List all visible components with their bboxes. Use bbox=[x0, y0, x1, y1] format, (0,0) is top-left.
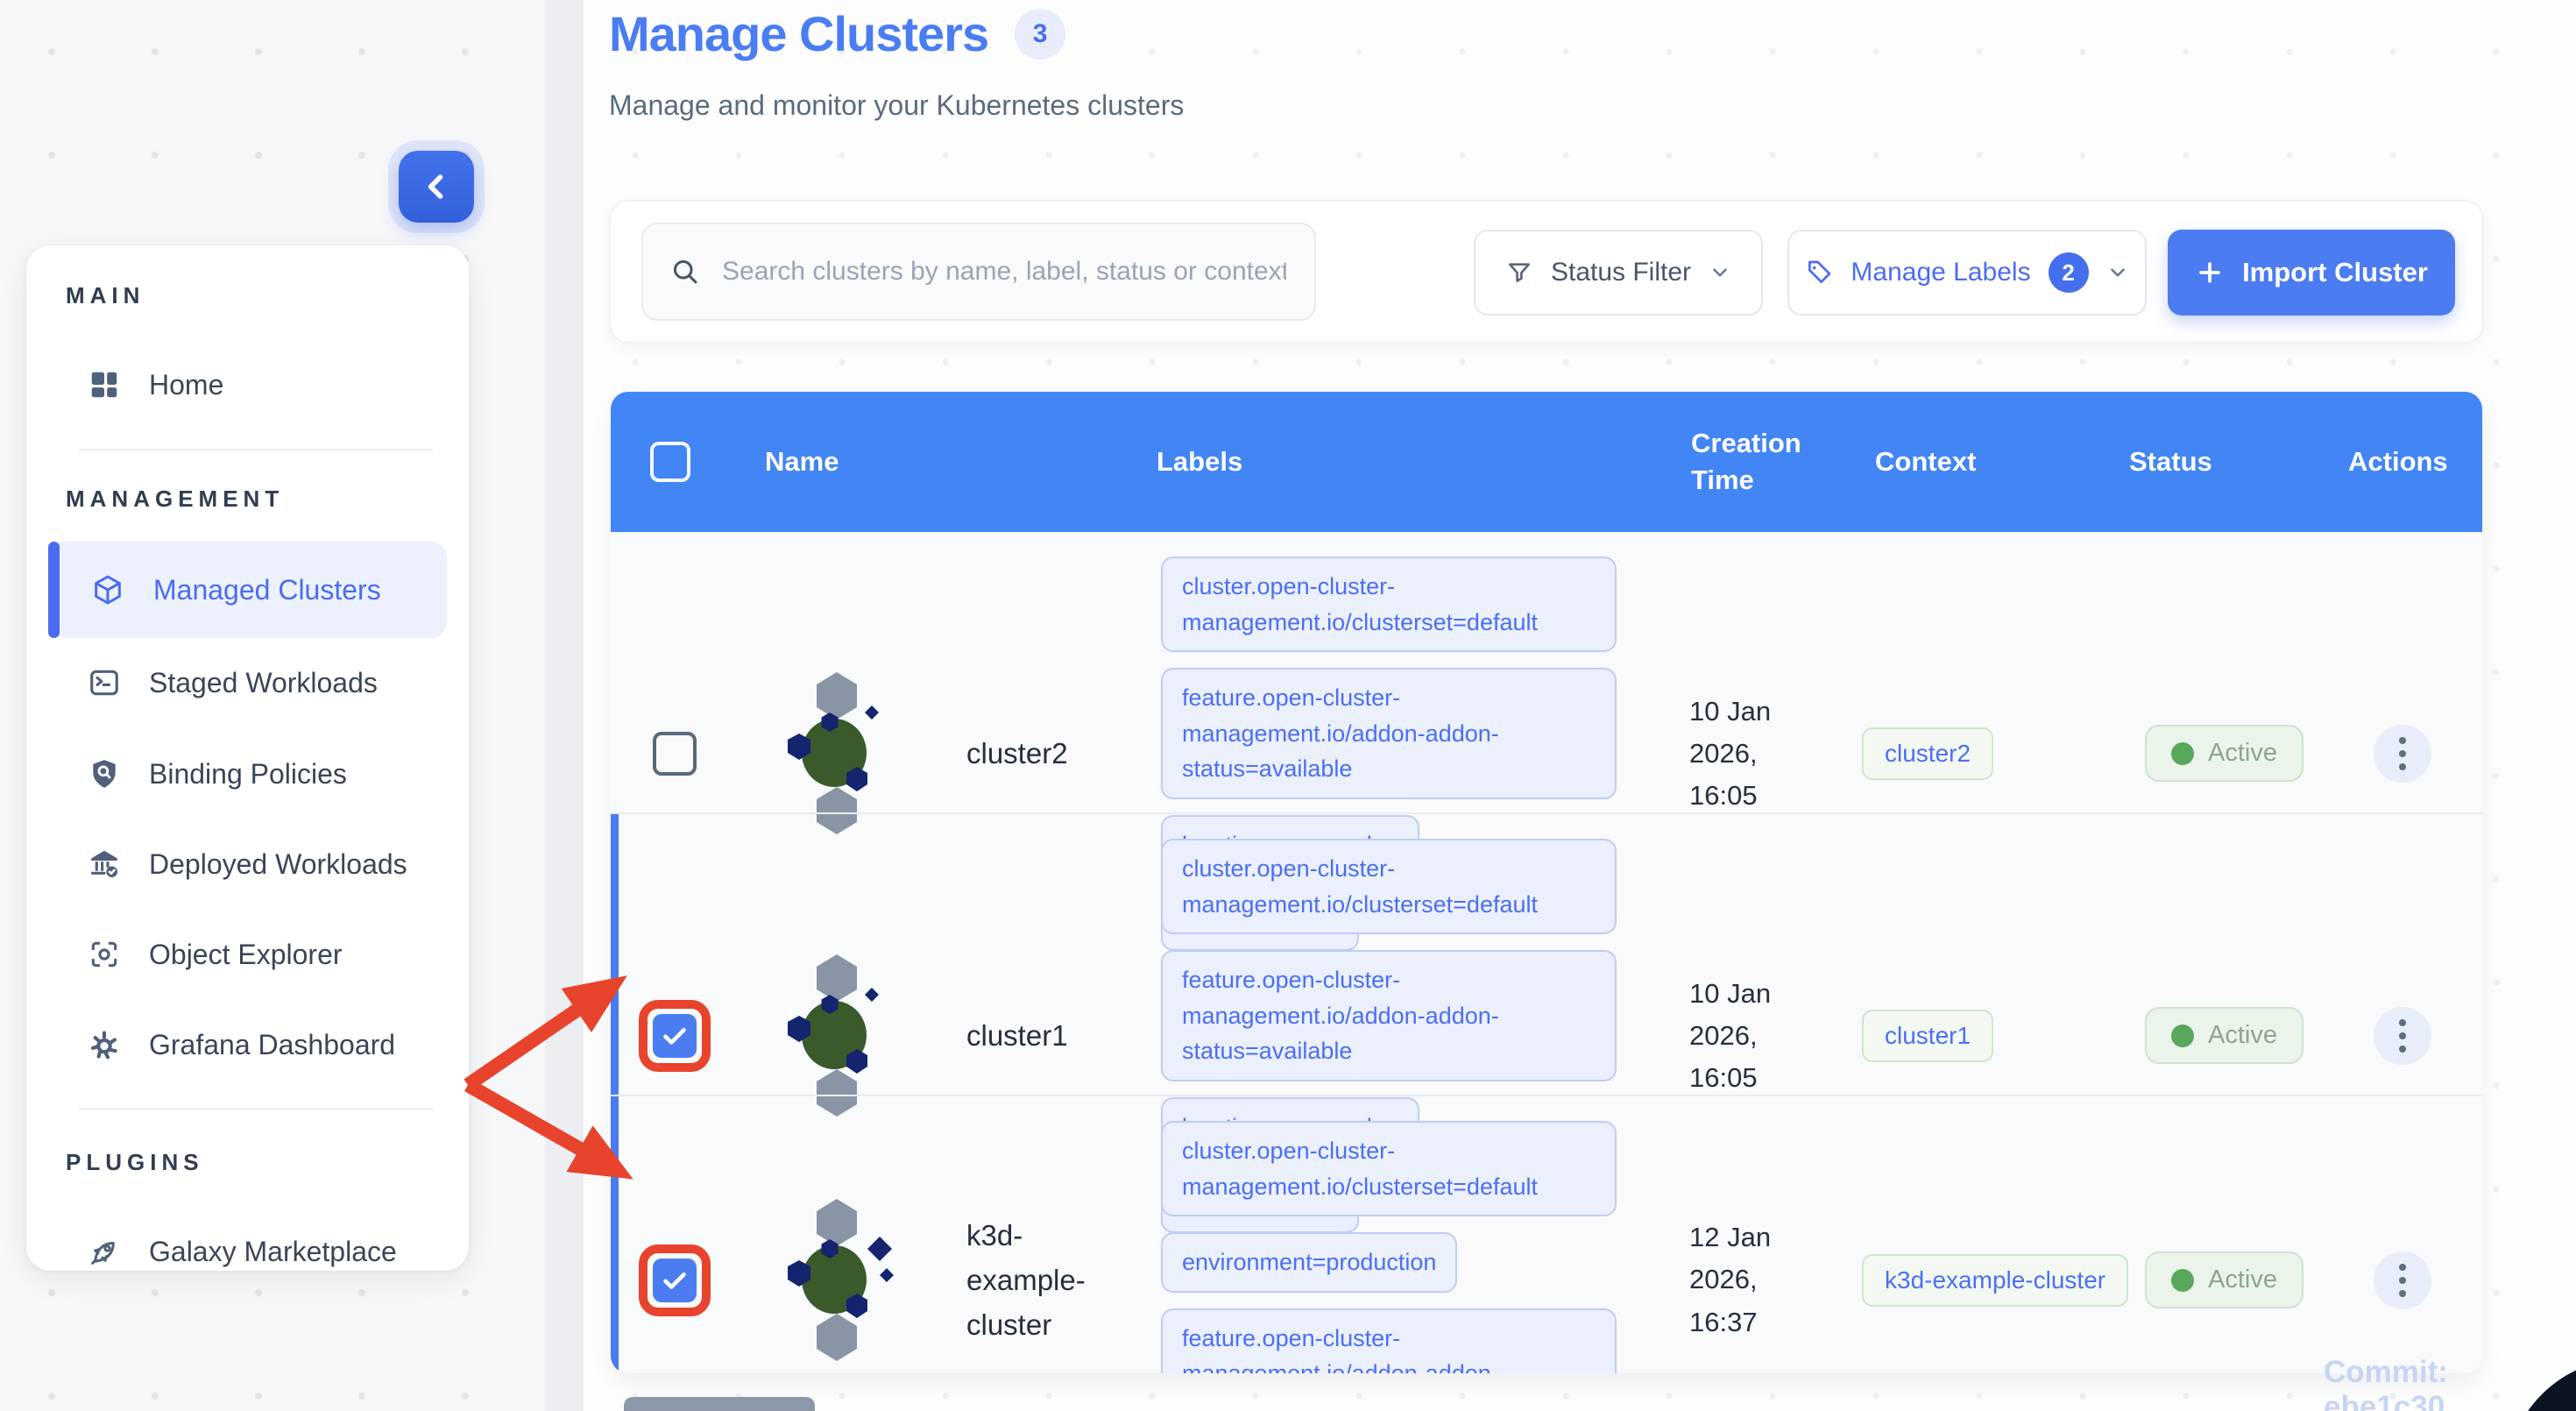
status-dot-icon bbox=[2171, 1024, 2194, 1047]
row-actions-button[interactable] bbox=[2373, 1251, 2431, 1309]
pagination-button-partial[interactable] bbox=[624, 1397, 815, 1411]
page-title: Manage Clusters bbox=[609, 6, 989, 61]
sidebar-divider bbox=[79, 1108, 434, 1110]
sidebar: MAIN Home MANAGEMENT Managed Clusters St… bbox=[26, 245, 469, 1271]
chevron-left-icon bbox=[417, 167, 456, 206]
plus-icon bbox=[2195, 258, 2225, 287]
status-dot-icon bbox=[2171, 741, 2194, 765]
status-filter-button[interactable]: Status Filter bbox=[1474, 230, 1763, 316]
table-row-cluster1[interactable]: cluster1 cluster.open-cluster-management… bbox=[611, 812, 2482, 1233]
label-chip: feature.open-cluster-management.io/addon… bbox=[1161, 1308, 1617, 1373]
label-chip: environment=production bbox=[1161, 1232, 1458, 1293]
table-row-cluster2[interactable]: cluster2 cluster.open-cluster-management… bbox=[611, 532, 2482, 951]
table-row-k3d-example-cluster[interactable]: k3d-example-cluster cluster.open-cluster… bbox=[611, 1095, 2482, 1373]
manage-labels-label: Manage Labels bbox=[1851, 258, 2031, 287]
sidebar-section-main: MAIN bbox=[66, 282, 145, 308]
manage-labels-button[interactable]: Manage Labels 2 bbox=[1787, 230, 2147, 316]
row-checkbox[interactable] bbox=[653, 731, 697, 776]
sidebar-item-label: Grafana Dashboard bbox=[149, 1028, 396, 1060]
context-chip: cluster2 bbox=[1862, 727, 1994, 780]
sidebar-item-label: Deployed Workloads bbox=[149, 847, 407, 880]
tag-icon bbox=[1805, 259, 1833, 287]
bank-check-icon bbox=[88, 847, 121, 881]
sidebar-section-plugins: PLUGINS bbox=[66, 1149, 204, 1175]
column-header-status: Status bbox=[2129, 446, 2212, 478]
sidebar-item-label: Object Explorer bbox=[149, 938, 343, 970]
status-dot-icon bbox=[2171, 1268, 2194, 1292]
status-badge: Active bbox=[2145, 725, 2304, 783]
creation-time: 10 Jan 2026, 16:05 bbox=[1689, 695, 1772, 811]
sidebar-divider bbox=[79, 449, 434, 450]
sidebar-item-deployed-workloads[interactable]: Deployed Workloads bbox=[61, 835, 442, 893]
sidebar-item-grafana-dashboard[interactable]: Grafana Dashboard bbox=[61, 1016, 442, 1074]
label-chip: feature.open-cluster-management.io/addon… bbox=[1161, 950, 1617, 1081]
creation-time: 12 Jan 2026, 16:37 bbox=[1689, 1222, 1772, 1337]
funnel-icon bbox=[1505, 259, 1533, 287]
labels-cell: cluster.open-cluster-management.io/clust… bbox=[1130, 1096, 1634, 1373]
sidebar-item-label: Managed Clusters bbox=[153, 573, 381, 606]
sidebar-item-staged-workloads[interactable]: Staged Workloads bbox=[61, 654, 442, 712]
home-grid-icon bbox=[88, 368, 121, 401]
annotation-ring bbox=[639, 999, 711, 1072]
label-chip: feature.open-cluster-management.io/addon… bbox=[1161, 668, 1617, 799]
context-chip: k3d-example-cluster bbox=[1862, 1253, 2129, 1307]
cluster-logo-icon bbox=[788, 1198, 894, 1361]
sidebar-item-galaxy-marketplace[interactable]: Galaxy Marketplace bbox=[61, 1223, 442, 1280]
context-chip: cluster1 bbox=[1862, 1009, 1994, 1062]
annotation-ring bbox=[639, 1244, 711, 1316]
sidebar-item-label: Home bbox=[149, 368, 224, 401]
cube-icon bbox=[90, 572, 125, 607]
scrollbar-track[interactable] bbox=[545, 0, 584, 1411]
status-badge: Active bbox=[2145, 1007, 2304, 1065]
grafana-icon bbox=[88, 1028, 121, 1061]
terminal-icon bbox=[88, 666, 121, 699]
sidebar-item-label: Staged Workloads bbox=[149, 666, 378, 698]
clusters-table: Name Labels Creation Time Context Status… bbox=[611, 392, 2482, 1373]
sidebar-collapse-button[interactable] bbox=[399, 151, 474, 223]
cluster-name: k3d-example-cluster bbox=[966, 1218, 1086, 1342]
cluster-name: cluster2 bbox=[966, 737, 1068, 770]
page-subtitle: Manage and monitor your Kubernetes clust… bbox=[609, 89, 1185, 121]
import-cluster-button[interactable]: Import Cluster bbox=[2168, 230, 2455, 316]
table-header-row: Name Labels Creation Time Context Status… bbox=[611, 392, 2482, 532]
column-header-context: Context bbox=[1875, 446, 1977, 478]
status-badge: Active bbox=[2145, 1251, 2304, 1308]
row-checkbox-checked[interactable] bbox=[653, 1258, 697, 1302]
cluster-name: cluster1 bbox=[966, 1019, 1068, 1053]
shield-search-icon bbox=[88, 757, 121, 791]
creation-time: 10 Jan 2026, 16:05 bbox=[1689, 977, 1772, 1093]
search-icon bbox=[669, 256, 701, 287]
labels-count-badge: 2 bbox=[2048, 252, 2089, 293]
sidebar-item-home[interactable]: Home bbox=[61, 356, 442, 414]
row-actions-button[interactable] bbox=[2373, 1006, 2431, 1065]
column-header-creation-time: Creation Time bbox=[1691, 428, 1801, 495]
label-chip: cluster.open-cluster-management.io/clust… bbox=[1161, 557, 1617, 652]
sidebar-item-label: Galaxy Marketplace bbox=[149, 1235, 397, 1267]
cluster-count-badge: 3 bbox=[1015, 8, 1066, 60]
sidebar-section-management: MANAGEMENT bbox=[66, 486, 285, 512]
chevron-down-icon bbox=[1709, 261, 1731, 284]
sidebar-item-object-explorer[interactable]: Object Explorer bbox=[61, 925, 442, 983]
search-box[interactable] bbox=[641, 223, 1316, 321]
import-cluster-label: Import Cluster bbox=[2242, 257, 2428, 287]
column-header-labels: Labels bbox=[1157, 446, 1243, 478]
sidebar-item-label: Binding Policies bbox=[149, 757, 347, 790]
sidebar-item-binding-policies[interactable]: Binding Policies bbox=[61, 745, 442, 803]
label-chip: cluster.open-cluster-management.io/clust… bbox=[1161, 839, 1617, 934]
column-header-actions: Actions bbox=[2348, 446, 2448, 478]
search-input[interactable] bbox=[720, 256, 1288, 287]
chevron-down-icon bbox=[2106, 261, 2129, 284]
sidebar-item-managed-clusters[interactable]: Managed Clusters bbox=[48, 542, 447, 638]
scan-target-icon bbox=[88, 938, 121, 971]
row-actions-button[interactable] bbox=[2373, 724, 2431, 783]
column-header-name: Name bbox=[765, 446, 839, 478]
label-chip: cluster.open-cluster-management.io/clust… bbox=[1161, 1121, 1617, 1216]
status-filter-label: Status Filter bbox=[1550, 258, 1692, 287]
rocket-icon bbox=[88, 1235, 121, 1268]
select-all-checkbox[interactable] bbox=[650, 442, 690, 482]
row-checkbox-checked[interactable] bbox=[653, 1013, 697, 1058]
filter-toolbar: Status Filter Manage Labels 2 Import Clu… bbox=[609, 200, 2484, 344]
